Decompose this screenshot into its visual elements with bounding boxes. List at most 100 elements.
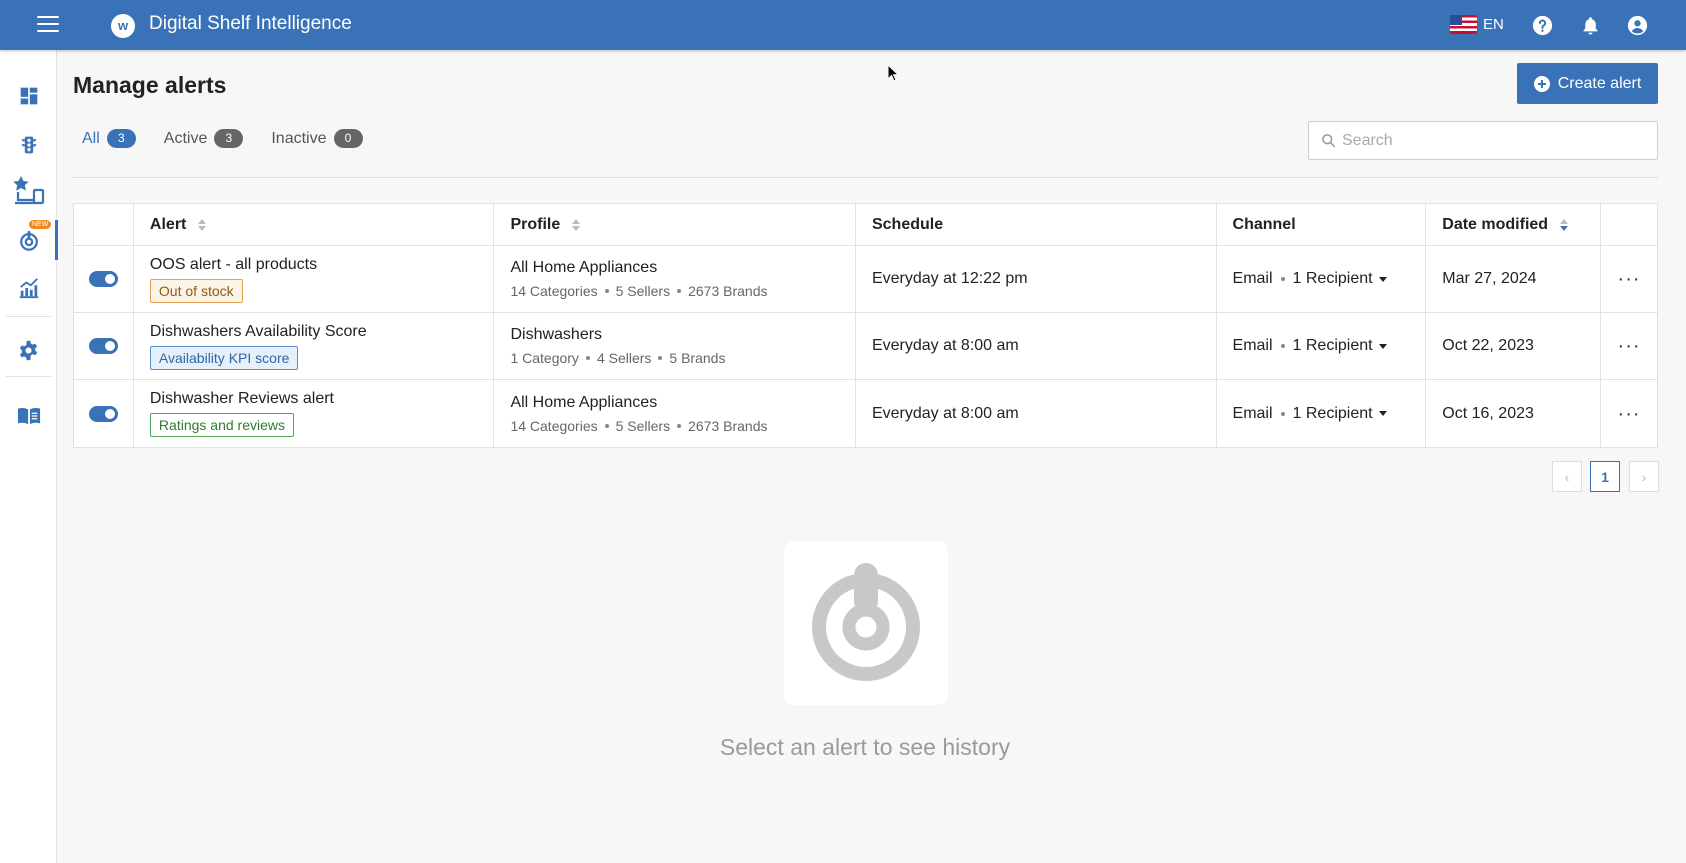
- date-modified-cell: Oct 16, 2023: [1426, 380, 1602, 447]
- alert-name: Dishwashers Availability Score: [149, 322, 367, 340]
- sidebar: NEW: [0, 50, 58, 863]
- create-alert-button[interactable]: Create alert: [1517, 63, 1658, 104]
- profile-cell: All Home Appliances 14 Categories 5 Sell…: [494, 380, 856, 447]
- help-icon[interactable]: [1532, 15, 1553, 36]
- profile-name: Dishwashers: [510, 326, 603, 343]
- sellers-count: 5 Sellers: [615, 417, 671, 434]
- empty-state-illustration: [784, 541, 948, 705]
- caret-down-icon: [1378, 276, 1387, 282]
- tab-label: All: [82, 129, 100, 147]
- channel-type: Email: [1232, 404, 1273, 422]
- add-circle-icon: [1533, 75, 1550, 92]
- recipients-dropdown[interactable]: 1 Recipient: [1293, 405, 1387, 423]
- sidebar-item-dashboard[interactable]: [0, 74, 57, 118]
- alerts-table: Alert Profile Schedule Channel Date modi…: [73, 203, 1658, 448]
- sort-icon: [572, 218, 581, 231]
- tab-inactive[interactable]: Inactive 0: [271, 129, 363, 148]
- alert-enabled-toggle[interactable]: [88, 271, 118, 287]
- sidebar-divider: [6, 376, 51, 377]
- table-row[interactable]: OOS alert - all products Out of stock Al…: [74, 246, 1657, 313]
- actions-cell: ···: [1601, 313, 1657, 379]
- categories-count: 14 Categories: [510, 417, 598, 434]
- toggle-cell: [74, 246, 134, 312]
- actions-cell: ···: [1601, 246, 1657, 312]
- mouse-cursor-icon: [887, 64, 899, 82]
- notification-bell-icon[interactable]: [1580, 15, 1601, 36]
- sidebar-item-alerts[interactable]: NEW: [0, 218, 58, 262]
- recipients-dropdown[interactable]: 1 Recipient: [1293, 270, 1387, 288]
- account-circle-icon[interactable]: [1627, 15, 1648, 36]
- sort-desc-icon: [1560, 218, 1569, 231]
- hamburger-menu-icon[interactable]: [37, 16, 59, 34]
- alert-enabled-toggle[interactable]: [88, 338, 118, 354]
- page-title: Manage alerts: [73, 72, 227, 98]
- star-devices-icon: [12, 176, 44, 205]
- profile-cell: All Home Appliances 14 Categories 5 Sell…: [494, 246, 856, 312]
- toggle-cell: [74, 313, 134, 379]
- channel-cell: Email 1 Recipient: [1217, 380, 1427, 447]
- tab-active[interactable]: Active 3: [164, 129, 244, 148]
- language-selector[interactable]: EN: [1450, 15, 1504, 34]
- prev-page-button[interactable]: ‹: [1552, 461, 1582, 492]
- alert-name: Dishwasher Reviews alert: [149, 390, 334, 407]
- app-title: Digital Shelf Intelligence: [149, 13, 352, 34]
- sellers-count: 4 Sellers: [596, 350, 652, 366]
- sellers-count: 5 Sellers: [615, 283, 671, 299]
- search-input[interactable]: [1342, 131, 1642, 150]
- header-profile[interactable]: Profile: [494, 204, 856, 245]
- header-alert[interactable]: Alert: [134, 204, 495, 245]
- alert-type-tag: Ratings and reviews: [149, 413, 294, 437]
- alert-target-icon: [812, 563, 920, 681]
- trend-chart-icon: [19, 278, 38, 299]
- more-options-icon[interactable]: ···: [1618, 404, 1641, 424]
- alert-type-tag: Availability KPI score: [149, 345, 299, 370]
- header-label: Schedule: [871, 215, 944, 233]
- alert-cell: Dishwashers Availability Score Availabil…: [134, 313, 495, 379]
- date-modified-cell: Mar 27, 2024: [1426, 246, 1602, 312]
- next-page-button[interactable]: ›: [1629, 461, 1659, 492]
- schedule-cell: Everyday at 12:22 pm: [856, 246, 1217, 312]
- page-1-button[interactable]: 1: [1590, 461, 1620, 492]
- categories-count: 14 Categories: [510, 283, 598, 299]
- profile-meta: 14 Categories 5 Sellers 2673 Brands: [510, 283, 839, 299]
- sidebar-item-favorites-devices[interactable]: [0, 168, 57, 212]
- sidebar-item-docs[interactable]: [0, 394, 57, 438]
- caret-down-icon: [1378, 411, 1387, 416]
- more-options-icon[interactable]: ···: [1618, 336, 1641, 356]
- table-row[interactable]: Dishwashers Availability Score Availabil…: [74, 313, 1657, 380]
- tab-label: Active: [163, 129, 208, 147]
- table-header-row: Alert Profile Schedule Channel Date modi…: [74, 204, 1657, 246]
- channel-cell: Email 1 Recipient: [1217, 246, 1427, 312]
- recipients-dropdown[interactable]: 1 Recipient: [1293, 337, 1387, 355]
- count-badge: 3: [106, 129, 136, 148]
- caret-down-icon: [1378, 343, 1387, 349]
- more-options-icon[interactable]: ···: [1618, 269, 1641, 289]
- gear-icon: [19, 340, 38, 360]
- traffic-light-icon: [21, 136, 36, 154]
- language-label: EN: [1483, 16, 1504, 33]
- count-badge: 3: [214, 129, 244, 148]
- sidebar-item-analytics[interactable]: [0, 266, 57, 310]
- profile-meta: 14 Categories 5 Sellers 2673 Brands: [510, 418, 839, 434]
- app-logo: w: [111, 14, 135, 38]
- header-date-modified[interactable]: Date modified: [1426, 204, 1602, 245]
- sidebar-item-settings[interactable]: [0, 328, 57, 372]
- channel-type: Email: [1232, 270, 1273, 287]
- recipients-label: 1 Recipient: [1292, 404, 1373, 422]
- schedule-cell: Everyday at 8:00 am: [856, 313, 1217, 379]
- sort-icon: [198, 218, 207, 231]
- us-flag-icon: [1450, 15, 1477, 34]
- schedule-cell: Everyday at 8:00 am: [856, 380, 1217, 447]
- categories-count: 1 Category: [510, 350, 579, 366]
- top-app-bar: w Digital Shelf Intelligence EN: [0, 0, 1686, 50]
- alert-enabled-toggle[interactable]: [88, 405, 118, 422]
- alert-cell: Dishwasher Reviews alert Ratings and rev…: [134, 380, 495, 447]
- sidebar-item-traffic[interactable]: [0, 123, 57, 167]
- search-icon: [1322, 134, 1336, 148]
- table-row[interactable]: Dishwasher Reviews alert Ratings and rev…: [74, 380, 1657, 447]
- brands-count: 5 Brands: [669, 350, 726, 366]
- header-label: Alert: [149, 215, 187, 233]
- header-actions-col: [1601, 204, 1657, 245]
- channel-cell: Email 1 Recipient: [1217, 313, 1427, 379]
- tab-all[interactable]: All 3: [82, 129, 136, 148]
